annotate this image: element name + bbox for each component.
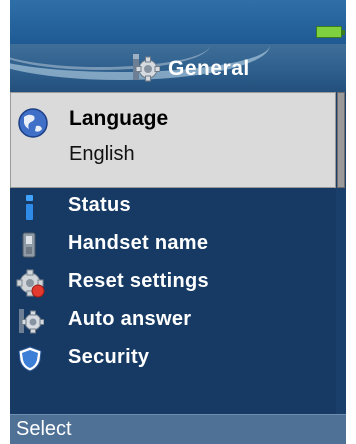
globe-icon bbox=[17, 107, 49, 139]
menu-item-label: Auto answer bbox=[68, 308, 192, 330]
menu-item-security[interactable]: Security bbox=[10, 340, 336, 378]
reset-gear-icon bbox=[16, 269, 45, 298]
menu-item-value: English bbox=[69, 143, 135, 165]
menu-list: Status Handset name Reset settings Auto … bbox=[10, 188, 336, 378]
phone-screen: General Language English Status Handset … bbox=[10, 0, 346, 444]
menu-item-language[interactable]: Language English bbox=[10, 92, 336, 188]
info-icon bbox=[16, 193, 44, 221]
scrollbar[interactable] bbox=[336, 92, 346, 414]
handset-icon bbox=[16, 231, 44, 259]
softkey-bar: Select bbox=[10, 414, 346, 444]
menu-item-label: Handset name bbox=[68, 232, 209, 254]
menu-item-label: Language bbox=[69, 107, 169, 130]
menu-item-handset-name[interactable]: Handset name bbox=[10, 226, 336, 264]
title-group: General bbox=[130, 52, 250, 86]
menu-item-auto-answer[interactable]: Auto answer bbox=[10, 302, 336, 340]
softkey-select-button[interactable]: Select bbox=[16, 418, 72, 441]
gear-icon bbox=[130, 52, 161, 87]
shield-icon bbox=[16, 345, 44, 373]
battery-full-icon bbox=[316, 26, 345, 38]
menu-item-label: Status bbox=[68, 194, 131, 216]
menu-item-status[interactable]: Status bbox=[10, 188, 336, 226]
gear-icon bbox=[16, 307, 45, 335]
menu-item-label: Security bbox=[68, 346, 150, 368]
page-title: General bbox=[168, 57, 250, 80]
menu-item-reset-settings[interactable]: Reset settings bbox=[10, 264, 336, 302]
scrollbar-thumb[interactable] bbox=[337, 92, 345, 188]
menu-item-label: Reset settings bbox=[68, 270, 209, 292]
status-bar bbox=[10, 0, 346, 44]
title-bar: General bbox=[10, 44, 346, 92]
